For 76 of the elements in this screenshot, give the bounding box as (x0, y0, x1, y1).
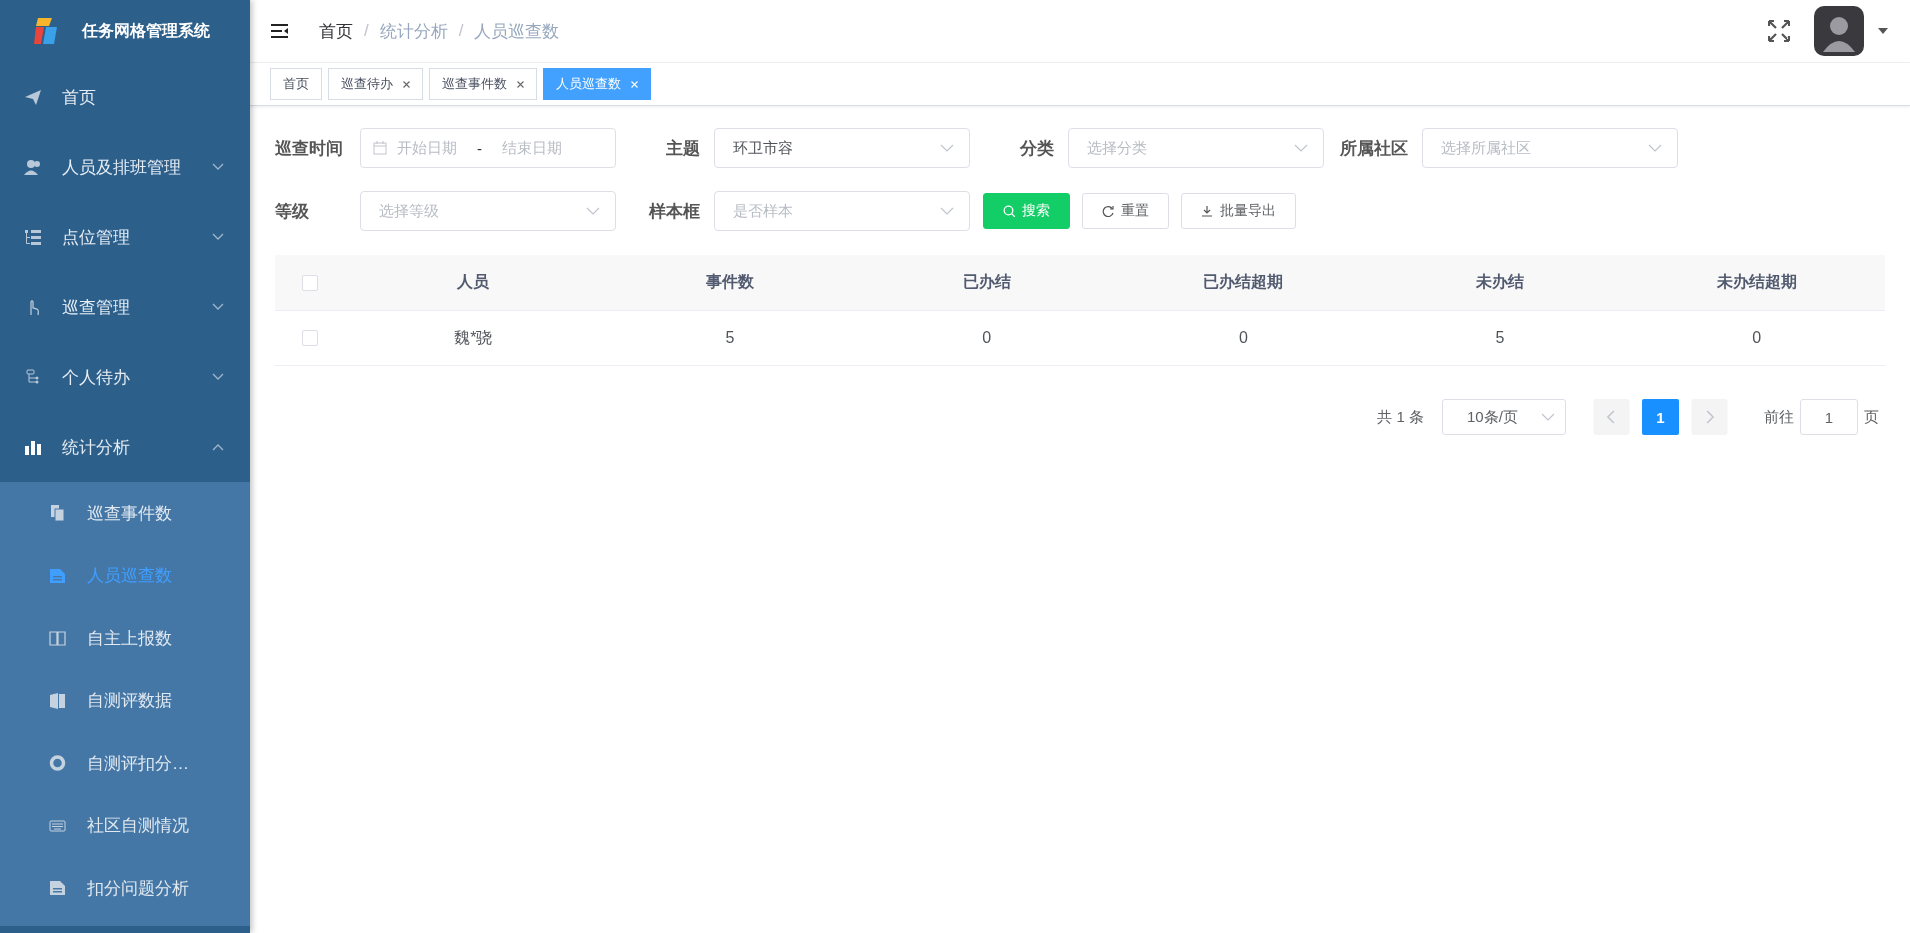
people-icon (24, 158, 42, 176)
submenu-item[interactable]: 自测评扣分… (0, 732, 250, 795)
caret-down-icon (1878, 28, 1888, 34)
column-header: 未办结 (1475, 272, 1525, 292)
chevron-down-icon (940, 144, 954, 152)
menu-icon (271, 24, 289, 38)
chevron-down-icon (586, 207, 600, 215)
submenu-item[interactable]: 自主上报数 (0, 607, 250, 670)
sidebar-item[interactable]: 个人待办 (0, 342, 250, 412)
reset-button[interactable]: 重置 (1082, 193, 1169, 229)
total-count: 共 1 条 (1377, 407, 1424, 427)
table-cell-text: 魏*骁 (453, 327, 494, 348)
field-label: 巡查时间 (275, 137, 344, 160)
table-cell-text: 0 (1237, 329, 1249, 347)
fullscreen-icon (1768, 20, 1790, 42)
open-book-icon (49, 629, 66, 648)
bar-chart-icon (24, 438, 42, 456)
date-range-field[interactable]: 开始日期 - 结束日期 (360, 128, 616, 168)
select-field[interactable]: 环卫市容 (714, 128, 970, 168)
page-size-select[interactable]: 10条/页 (1442, 399, 1566, 435)
copy-document-icon (49, 504, 66, 523)
field-label: 主题 (665, 137, 701, 160)
list-tree-icon (24, 228, 42, 246)
submenu-item[interactable]: 扣分问题分析 (0, 857, 250, 920)
table-cell-text: 5 (724, 329, 736, 347)
avatar-icon (1814, 6, 1864, 56)
table-cell-text: 0 (1751, 329, 1763, 347)
document-icon (49, 879, 66, 898)
checkbox[interactable] (302, 274, 318, 291)
submenu-item[interactable]: 社区自测情况 (0, 794, 250, 857)
sidebar-item[interactable]: 统计分析 (0, 412, 250, 482)
page-input[interactable]: 1 (1800, 399, 1858, 435)
export-button[interactable]: 批量导出 (1181, 193, 1296, 229)
breadcrumb-link[interactable]: 首页 (319, 19, 353, 43)
next-page-icon (1691, 399, 1728, 435)
table-cell-text: 0 (981, 329, 993, 347)
column-header: 已办结 (961, 272, 1012, 292)
table-cell-text: 5 (1494, 329, 1506, 347)
submenu-item[interactable]: 巡查事件数 (0, 482, 250, 545)
chevron-down-icon (1294, 144, 1308, 152)
sidebar-item[interactable]: 点位管理 (0, 202, 250, 272)
column-header: 已办结超期 (1202, 272, 1285, 292)
page-tab[interactable]: 巡查待办 (328, 68, 423, 100)
calendar-icon (373, 141, 387, 155)
field-label: 分类 (1019, 137, 1055, 160)
column-header: 未办结超期 (1715, 272, 1798, 292)
chevron-down-icon (1541, 413, 1555, 421)
breadcrumb-separator: / (458, 21, 464, 41)
logo-icon (32, 16, 60, 46)
app-title: 任务网格管理系统 (82, 20, 210, 41)
breadcrumb-separator: / (364, 21, 369, 41)
download-icon (1201, 205, 1213, 217)
sidebar-item[interactable]: 首页 (0, 62, 250, 132)
checkbox[interactable] (302, 330, 318, 346)
lifebuoy-icon (49, 754, 66, 773)
sidebar-item[interactable]: 巡查管理 (0, 272, 250, 342)
submenu-item[interactable]: 自测评数据 (0, 669, 250, 732)
page-suffix: 页 (1864, 407, 1879, 427)
paper-plane-icon (24, 88, 42, 106)
chevron-down-icon (940, 207, 954, 215)
column-header: 事件数 (705, 272, 755, 292)
page-tab[interactable]: 首页 (270, 68, 322, 100)
column-header: 人员 (456, 272, 491, 292)
refresh-icon (1102, 205, 1114, 217)
chevron-down-icon (1648, 144, 1662, 152)
document-icon (49, 566, 66, 585)
book-icon (49, 691, 66, 710)
field-label: 等级 (275, 200, 310, 223)
search-icon (1003, 205, 1015, 217)
field-label: 所属社区 (1339, 137, 1409, 160)
prev-page-icon (1593, 399, 1630, 435)
goto-label: 前往 (1764, 407, 1794, 427)
sidebar-item[interactable]: 人员及排班管理 (0, 132, 250, 202)
page-tab[interactable]: 巡查事件数 (429, 68, 537, 100)
field-label: 样本框 (648, 200, 701, 223)
page-number[interactable]: 1 (1642, 399, 1679, 435)
